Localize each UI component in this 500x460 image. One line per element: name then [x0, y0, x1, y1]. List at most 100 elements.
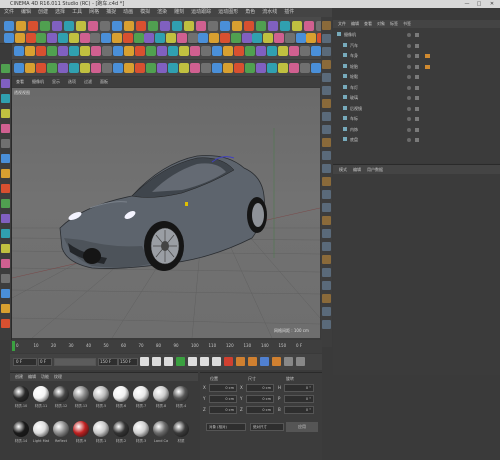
- render-check-icon[interactable]: [415, 127, 419, 132]
- end-frame-field[interactable]: 150 F: [98, 358, 118, 366]
- main-tool-icon[interactable]: [28, 21, 38, 31]
- visibility-dots[interactable]: [407, 127, 411, 132]
- main-tool-icon[interactable]: [184, 21, 194, 31]
- object-row[interactable]: 汽车: [337, 42, 497, 50]
- main-tool-icon[interactable]: [4, 21, 14, 31]
- coordinate-mode-select[interactable]: 对象 (相对): [206, 423, 246, 431]
- main-row2-tool-icon[interactable]: [209, 33, 220, 43]
- left-tool-icon[interactable]: [1, 169, 10, 178]
- main-row2-tool-icon[interactable]: [220, 33, 230, 43]
- tertiary-tool-icon[interactable]: [245, 63, 255, 73]
- left-tool-icon[interactable]: [1, 289, 10, 298]
- material-tag-icon[interactable]: [425, 64, 430, 69]
- tertiary-tool-icon[interactable]: [91, 63, 101, 73]
- main-tool-icon[interactable]: [76, 21, 86, 31]
- main-row2-tool-icon[interactable]: [101, 33, 112, 43]
- visibility-dots[interactable]: [407, 138, 411, 142]
- object-menu-item[interactable]: 文件: [338, 21, 346, 26]
- main-tool-icon[interactable]: [160, 21, 170, 31]
- secondary-tool-icon[interactable]: [256, 46, 266, 56]
- rotation-field[interactable]: 0 °: [284, 406, 314, 414]
- tertiary-tool-icon[interactable]: [47, 63, 57, 73]
- tertiary-tool-icon[interactable]: [36, 63, 46, 73]
- left-tool-icon[interactable]: [1, 79, 10, 88]
- left-tool-icon[interactable]: [1, 229, 10, 238]
- visibility-dots[interactable]: [407, 54, 411, 58]
- main-row2-tool-icon[interactable]: [90, 33, 101, 43]
- transport-button-icon[interactable]: [164, 357, 173, 366]
- left-tool-icon[interactable]: [1, 154, 10, 163]
- tertiary-tool-icon[interactable]: [212, 63, 222, 73]
- size-field[interactable]: 0 cm: [246, 384, 274, 392]
- visibility-dots[interactable]: [407, 117, 411, 121]
- tertiary-tool-icon[interactable]: [135, 63, 145, 73]
- maximize-button[interactable]: □: [474, 1, 484, 7]
- tertiary-tool-icon[interactable]: [311, 63, 321, 73]
- tertiary-tool-icon[interactable]: [256, 63, 266, 73]
- tertiary-tool-icon[interactable]: [124, 63, 134, 73]
- main-row2-tool-icon[interactable]: [274, 33, 284, 43]
- render-check-icon[interactable]: [415, 54, 419, 58]
- render-check-icon[interactable]: [415, 64, 419, 69]
- secondary-tool-icon[interactable]: [25, 46, 35, 56]
- tertiary-tool-icon[interactable]: [201, 63, 211, 73]
- main-row2-tool-icon[interactable]: [133, 33, 144, 43]
- tertiary-tool-icon[interactable]: [69, 63, 79, 73]
- playhead[interactable]: [12, 341, 15, 351]
- transport-button-icon[interactable]: [248, 357, 257, 366]
- main-row2-tool-icon[interactable]: [230, 33, 241, 43]
- start-frame-field[interactable]: 0 F: [13, 358, 37, 366]
- right-tool-icon[interactable]: [322, 86, 331, 95]
- left-tool-icon[interactable]: [1, 259, 10, 268]
- viewport-menu-item[interactable]: 摄像机: [32, 79, 44, 84]
- secondary-tool-icon[interactable]: [201, 46, 211, 56]
- right-tool-icon[interactable]: [322, 203, 331, 212]
- main-row2-tool-icon[interactable]: [284, 33, 295, 43]
- transport-button-icon[interactable]: [296, 357, 305, 366]
- main-tool-icon[interactable]: [16, 21, 26, 31]
- menu-item[interactable]: 捕捉: [106, 9, 116, 15]
- main-tool-icon[interactable]: [256, 21, 266, 31]
- secondary-tool-icon[interactable]: [179, 46, 189, 56]
- secondary-tool-icon[interactable]: [14, 46, 24, 56]
- secondary-tool-icon[interactable]: [91, 46, 101, 56]
- position-field[interactable]: 0 cm: [209, 406, 237, 414]
- tertiary-tool-icon[interactable]: [234, 63, 244, 73]
- tertiary-tool-icon[interactable]: [102, 63, 112, 73]
- main-row2-tool-icon[interactable]: [198, 33, 209, 43]
- rotation-field[interactable]: 0 °: [284, 384, 314, 392]
- main-tool-icon[interactable]: [148, 21, 158, 31]
- main-tool-icon[interactable]: [292, 21, 302, 31]
- secondary-tool-icon[interactable]: [124, 46, 134, 56]
- material-swatch[interactable]: [133, 421, 149, 437]
- right-tool-icon[interactable]: [322, 242, 331, 251]
- menu-item[interactable]: 运动跟踪: [191, 9, 211, 15]
- right-tool-icon[interactable]: [322, 164, 331, 173]
- menu-item[interactable]: 创建: [38, 9, 48, 15]
- viewport-menu-item[interactable]: 过滤: [84, 79, 92, 84]
- material-menu-item[interactable]: 编辑: [28, 374, 36, 379]
- main-row2-tool-icon[interactable]: [306, 33, 317, 43]
- render-check-icon[interactable]: [415, 106, 419, 111]
- rotation-field[interactable]: 0 °: [284, 395, 314, 403]
- menu-item[interactable]: 文件: [4, 9, 14, 15]
- render-check-icon[interactable]: [415, 96, 419, 100]
- tertiary-tool-icon[interactable]: [179, 63, 189, 73]
- material-swatch[interactable]: [13, 421, 29, 437]
- right-tool-icon[interactable]: [322, 268, 331, 277]
- visibility-dots[interactable]: [407, 75, 411, 79]
- render-check-icon[interactable]: [415, 43, 419, 48]
- visibility-dots[interactable]: [407, 96, 411, 100]
- main-tool-icon[interactable]: [268, 21, 278, 31]
- main-tool-icon[interactable]: [100, 21, 110, 31]
- secondary-tool-icon[interactable]: [311, 46, 321, 56]
- viewport-menu-item[interactable]: 显示: [52, 79, 60, 84]
- left-tool-icon[interactable]: [1, 304, 10, 313]
- tertiary-tool-icon[interactable]: [168, 63, 178, 73]
- attribute-menu-item[interactable]: 用户数据: [367, 167, 383, 172]
- menu-item[interactable]: 选择: [55, 9, 65, 15]
- object-row[interactable]: 底盘: [337, 136, 497, 144]
- object-row[interactable]: 车标: [337, 115, 497, 123]
- tertiary-tool-icon[interactable]: [223, 63, 233, 73]
- object-row[interactable]: 车灯: [337, 84, 497, 92]
